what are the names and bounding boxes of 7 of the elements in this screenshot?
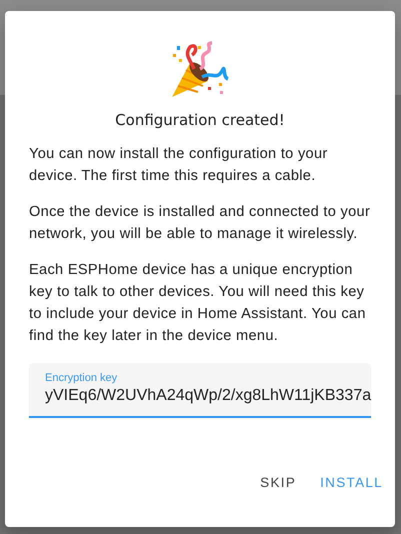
party-popper-icon [170, 41, 230, 99]
skip-button[interactable]: SKIP [252, 469, 304, 496]
encryption-key-field[interactable]: Encryption key yVIEq6/W2UVhA24qWp/2/xg8LhW11jKB337a [29, 363, 371, 418]
dialog-title: Configuration created! [114, 111, 286, 129]
dialog-paragraph: Once the device is installed and connected to your network, you will be able to manage it wirelessly. [29, 203, 371, 244]
dialog-paragraph: You can now install the configuration to your device. The first time this requires a cable. [29, 145, 329, 186]
dialog-paragraph: Each ESPHome device has a unique encryption key to talk to other devices. You will need this key to include your device in Home Assistant. You can find the key later in the device menu. [29, 261, 367, 346]
